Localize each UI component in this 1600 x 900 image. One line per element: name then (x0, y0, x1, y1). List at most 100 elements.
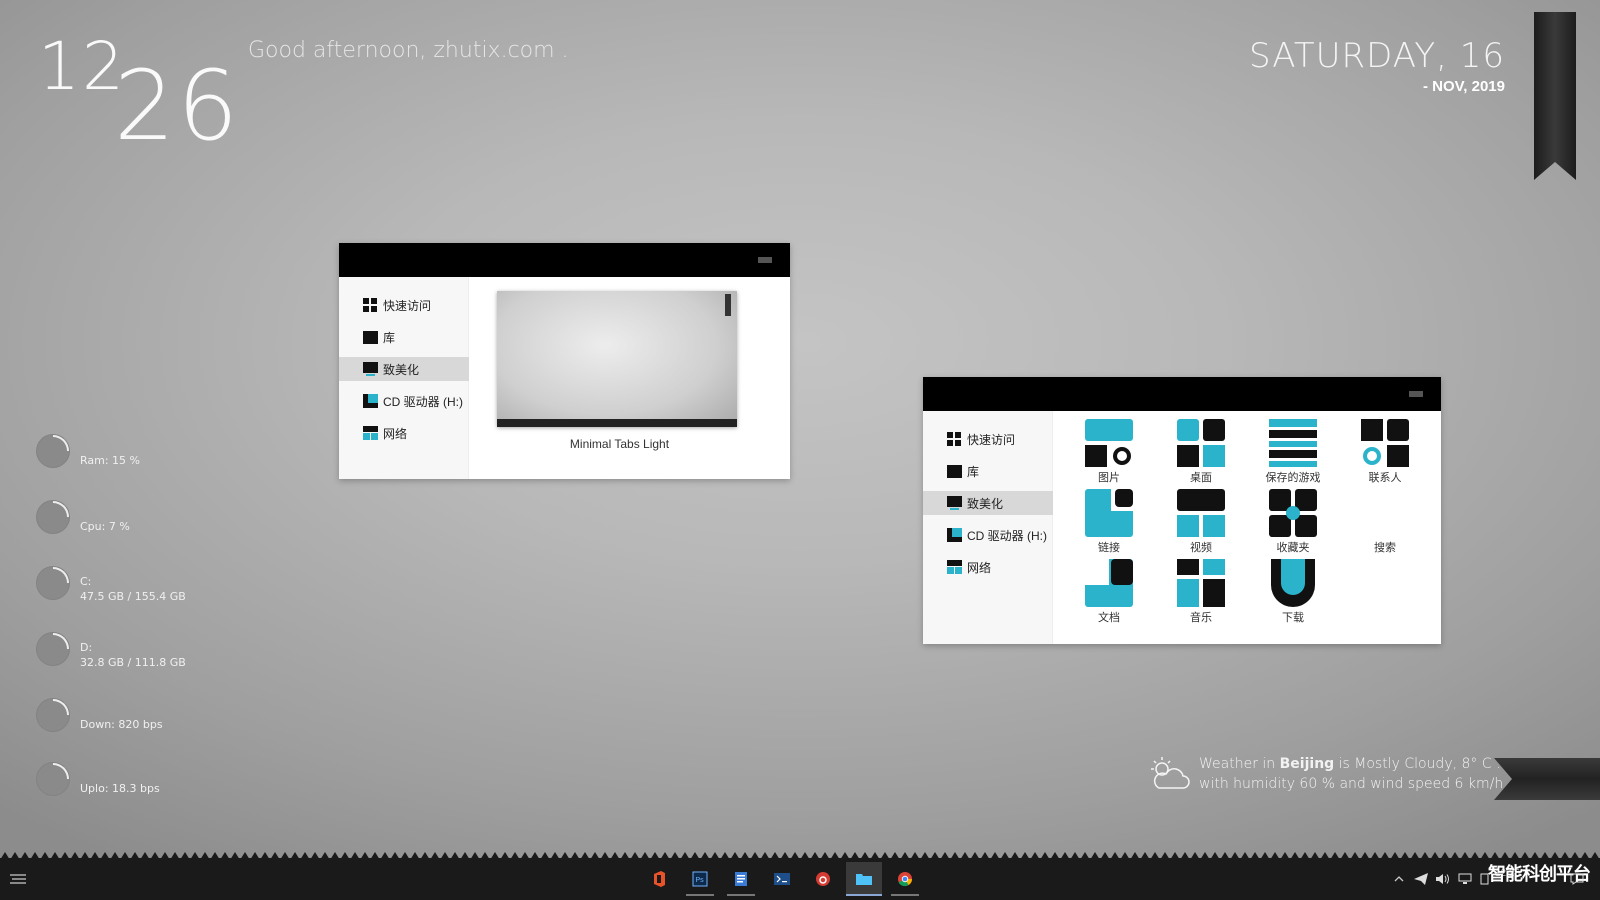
nav-item-quick-access[interactable]: 快速访问 (339, 293, 469, 317)
volume-icon[interactable] (1436, 873, 1450, 885)
download-label: Down: 820 bps (80, 718, 163, 731)
contacts-icon (1361, 419, 1409, 467)
taskbar-notepad[interactable] (723, 862, 759, 896)
folder-documents[interactable]: 文档 (1069, 559, 1147, 629)
chevron-up-icon[interactable] (1392, 873, 1406, 885)
drive-c-usage: 47.5 GB / 155.4 GB (80, 590, 186, 603)
folder-downloads[interactable]: 下载 (1253, 559, 1331, 629)
bookmark-ribbon-icon (1534, 12, 1576, 180)
drive-d-stat: D: 32.8 GB / 111.8 GB (36, 632, 296, 682)
thumbnail-caption[interactable]: Minimal Tabs Light (497, 437, 742, 451)
nav-item-zhutix[interactable]: 致美化 (923, 491, 1053, 515)
weather-prefix: Weather in (1199, 756, 1276, 772)
folder-desktop[interactable]: 桌面 (1161, 419, 1239, 489)
nav-item-network[interactable]: 网络 (339, 421, 469, 445)
nav-label: 快速访问 (383, 299, 432, 313)
folder-favorites[interactable]: 收藏夹 (1253, 489, 1331, 559)
folder-saved-games[interactable]: 保存的游戏 (1253, 419, 1331, 489)
videos-icon (1177, 489, 1225, 537)
navigation-pane: 快速访问 库 致美化 CD 驱动器 (H:) 网络 (339, 277, 469, 479)
links-icon (1085, 489, 1133, 537)
nav-item-cd-drive[interactable]: CD 驱动器 (H:) (923, 523, 1053, 547)
folder-links[interactable]: 链接 (1069, 489, 1147, 559)
theme-thumbnail[interactable] (497, 291, 737, 427)
nav-label: 快速访问 (967, 433, 1016, 447)
window-control-button[interactable] (758, 257, 772, 263)
drive-c-text: C: 47.5 GB / 155.4 GB (80, 574, 186, 604)
desktop-icon (363, 362, 378, 376)
start-menu-icon[interactable] (10, 872, 26, 886)
folder-label: 图片 (1098, 472, 1120, 484)
weather-line-1: Weather in Beijing is Mostly Cloudy, 8° … (1199, 756, 1501, 772)
nav-item-zhutix[interactable]: 致美化 (339, 357, 469, 381)
taskbar-terminal[interactable] (764, 862, 800, 896)
folder-label: 搜索 (1374, 542, 1396, 554)
window-control-button[interactable] (1409, 391, 1423, 397)
nav-item-library[interactable]: 库 (923, 459, 1053, 483)
drive-d-usage: 32.8 GB / 111.8 GB (80, 656, 186, 669)
drive-c-ring (36, 566, 70, 600)
taskbar-office[interactable] (641, 862, 677, 896)
taskbar-chrome[interactable] (887, 862, 923, 896)
cpu-stat: Cpu: 7 % (36, 500, 296, 550)
date-day: SATURDAY, 16 (1249, 36, 1505, 76)
folder-videos[interactable]: 视频 (1161, 489, 1239, 559)
file-explorer-icon (856, 874, 872, 885)
nav-item-network[interactable]: 网络 (923, 555, 1053, 579)
svg-text:Ps: Ps (696, 877, 705, 884)
upload-stat: Uplo: 18.3 bps (36, 762, 296, 812)
nav-item-quick-access[interactable]: 快速访问 (923, 427, 1053, 451)
folder-label: 联系人 (1368, 472, 1402, 484)
system-tray: 12:26 智能科创平台 (1360, 858, 1600, 900)
folder-searches[interactable]: 搜索 (1345, 489, 1423, 559)
folder-label: 视频 (1190, 542, 1212, 554)
folder-pictures[interactable]: 图片 (1069, 419, 1147, 489)
thumbnail-ribbon (725, 294, 731, 316)
notification-icon[interactable] (1570, 873, 1584, 885)
nav-item-library[interactable]: 库 (339, 325, 469, 349)
partly-cloudy-icon (1151, 757, 1190, 789)
folder-music[interactable]: 音乐 (1161, 559, 1239, 629)
nav-label: 致美化 (383, 363, 420, 377)
library-icon (947, 465, 962, 478)
terminal-icon (774, 873, 790, 885)
thumbnail-taskbar (497, 419, 737, 427)
nav-label: 库 (383, 331, 396, 345)
taskbar-photoshop[interactable]: Ps (682, 862, 718, 896)
folder-label: 桌面 (1190, 472, 1212, 484)
weather-details: with humidity 60 % and wind speed 6 km/h… (1199, 776, 1513, 792)
library-icon (363, 331, 378, 344)
folder-label: 收藏夹 (1276, 542, 1310, 554)
upload-ring (36, 762, 70, 796)
music-icon (1177, 559, 1225, 607)
favorites-icon (1269, 489, 1317, 537)
window-titlebar[interactable] (339, 243, 790, 277)
ram-ring (36, 434, 70, 468)
network-icon (363, 426, 378, 440)
nav-item-cd-drive[interactable]: CD 驱动器 (H:) (339, 389, 469, 413)
quick-access-icon (363, 298, 377, 312)
network-tray-icon[interactable] (1458, 873, 1472, 885)
cd-drive-icon (363, 394, 378, 408)
taskbar: Ps 12:26 智能科创平台 (0, 858, 1600, 900)
window-titlebar[interactable] (923, 377, 1441, 411)
ram-stat: Ram: 15 % (36, 434, 296, 484)
nav-label: 网络 (383, 427, 408, 441)
photoshop-icon: Ps (692, 871, 708, 887)
desktop-icon (947, 496, 962, 510)
taskbar-file-explorer[interactable] (846, 862, 882, 896)
cpu-ring (36, 500, 70, 534)
weather-tab-ribbon-icon (1494, 758, 1600, 800)
download-stat: Down: 820 bps (36, 698, 296, 748)
downloads-icon (1271, 559, 1315, 607)
drive-c-letter: C: (80, 575, 92, 588)
navigation-pane: 快速访问 库 致美化 CD 驱动器 (H:) 网络 (923, 411, 1053, 644)
clock-hours: 12 (38, 28, 126, 105)
date-month-year: - NOV, 2019 (1423, 78, 1505, 95)
telegram-icon[interactable] (1414, 873, 1428, 885)
desktop-folder-icon (1177, 419, 1225, 467)
folder-contacts[interactable]: 联系人 (1345, 419, 1423, 489)
ram-label: Ram: 15 % (80, 454, 141, 467)
taskbar-netease-music[interactable] (805, 862, 841, 896)
weather-city: Beijing (1279, 756, 1335, 772)
